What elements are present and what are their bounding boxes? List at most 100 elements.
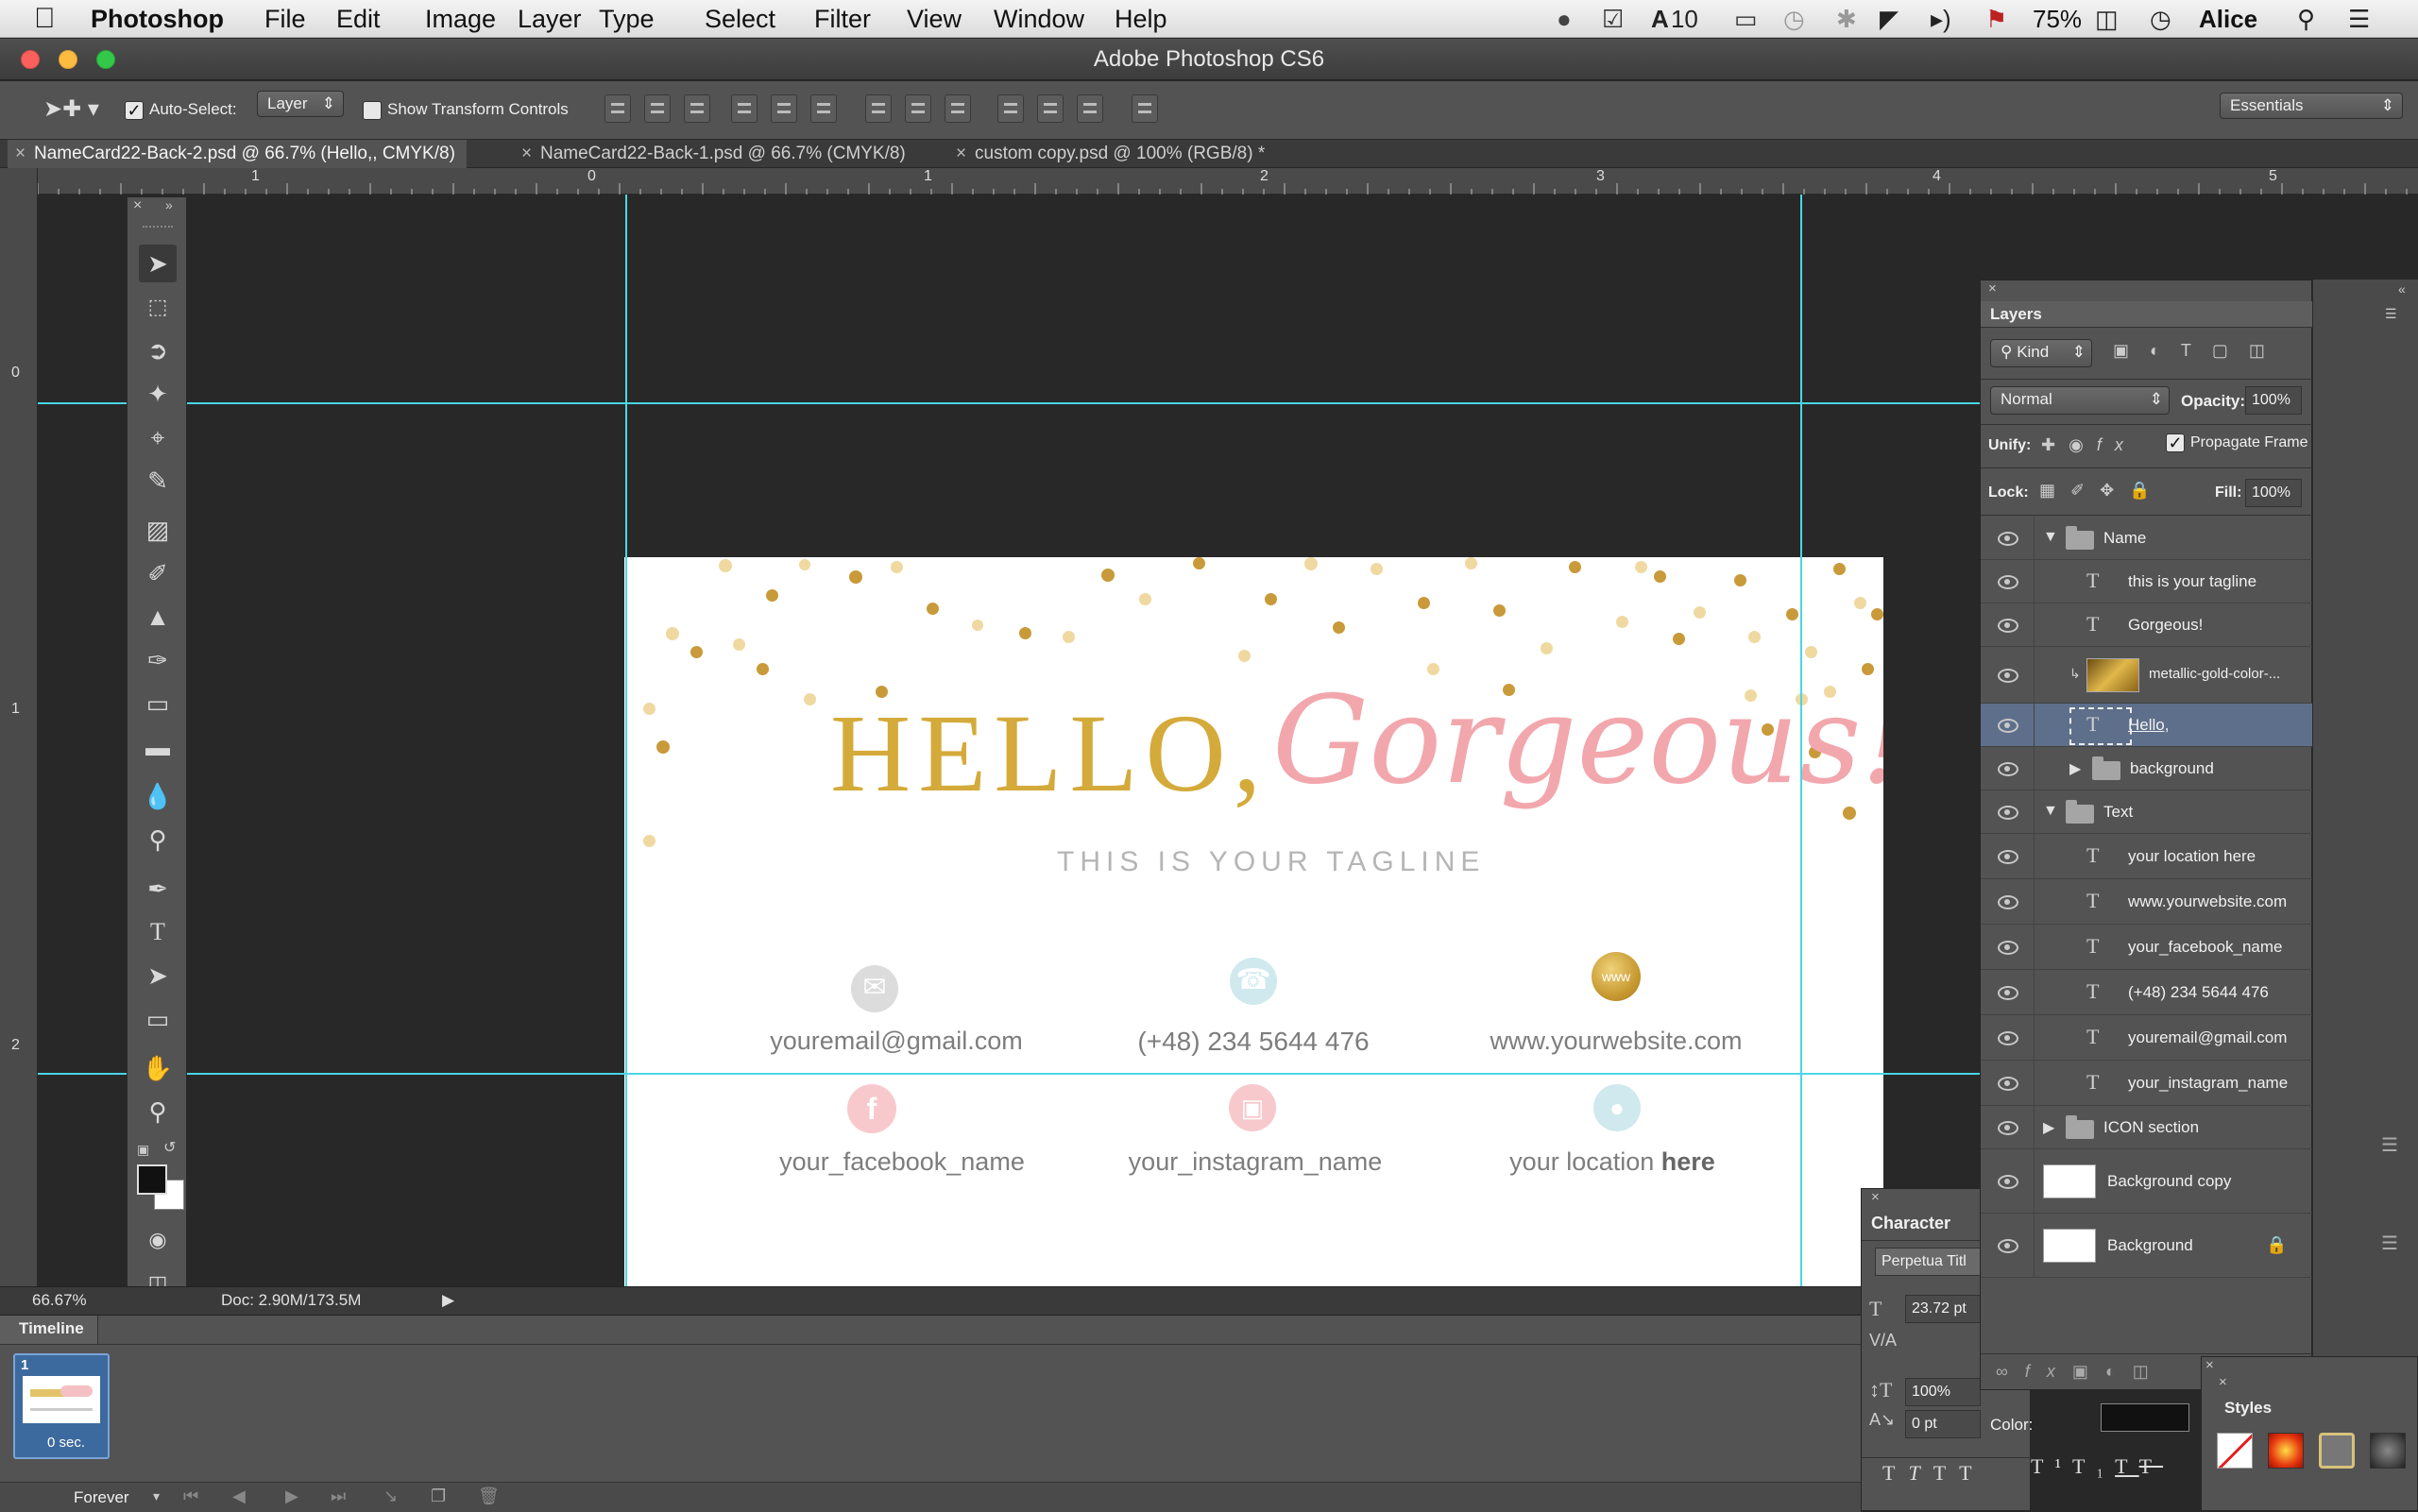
move-tool-preset-icon[interactable]: ➤✚ ▾ xyxy=(43,96,99,123)
tween-icon[interactable]: ↘ xyxy=(383,1487,398,1506)
layer-row[interactable]: ▶ background xyxy=(1981,747,2313,790)
close-panel-icon[interactable]: × xyxy=(133,197,142,214)
instagram-text[interactable]: your_instagram_name xyxy=(1114,1147,1397,1177)
faux-style-buttons[interactable]: TTTT xyxy=(1882,1461,1985,1486)
pen-tool-icon[interactable]: ✒ xyxy=(139,870,177,908)
workspace-switcher[interactable]: Essentials ⇕ xyxy=(2220,93,2403,119)
menu-layer[interactable]: Layer xyxy=(518,4,582,34)
adjustment-filter-icon[interactable]: ◐ xyxy=(2150,341,2181,360)
visibility-eye-icon[interactable] xyxy=(1996,717,2020,734)
visibility-eye-icon[interactable] xyxy=(1996,1173,2020,1190)
menu-edit[interactable]: Edit xyxy=(336,4,381,34)
style-chrome-swatch[interactable] xyxy=(2370,1433,2406,1469)
layer-filter-kind[interactable]: ⚲ Kind ⇕ xyxy=(1990,339,2092,367)
history-brush-tool-icon[interactable]: ✑ xyxy=(139,641,177,679)
styles-panel-title[interactable]: Styles xyxy=(2224,1399,2272,1418)
eraser-tool-icon[interactable]: ▭ xyxy=(139,685,177,722)
battery-percent[interactable]: 75% xyxy=(2033,4,2082,34)
visibility-eye-icon[interactable] xyxy=(1996,848,2020,865)
notification-center-icon[interactable]: ☰ xyxy=(2348,4,2370,34)
apple-menu-icon[interactable]:  xyxy=(34,4,56,34)
shape-filter-icon[interactable]: ▢ xyxy=(2212,341,2249,360)
visibility-eye-icon[interactable] xyxy=(1996,573,2020,590)
volume-icon[interactable]: ▸) xyxy=(1931,4,1951,34)
zoom-tool-icon[interactable]: ⚲ xyxy=(139,1093,177,1130)
menu-type[interactable]: Type xyxy=(599,4,655,34)
close-tab-icon[interactable]: × xyxy=(521,140,532,168)
distribute-top-icon[interactable] xyxy=(865,94,892,123)
auto-select-checkbox[interactable]: ✓ xyxy=(125,100,144,120)
unify-buttons[interactable]: ✚◉fx xyxy=(2041,435,2137,455)
duplicate-frame-icon[interactable]: ❐ xyxy=(431,1487,446,1506)
layer-row[interactable]: Tyour location here xyxy=(1981,834,2313,879)
blend-mode-dropdown[interactable]: Normal ⇕ xyxy=(1990,386,2170,415)
next-frame-icon[interactable]: ⏭ xyxy=(331,1487,346,1506)
guide-vertical[interactable] xyxy=(1800,195,1802,1286)
unify-visibility-icon[interactable]: ◉ xyxy=(2069,435,2097,454)
close-panel-icon[interactable]: × xyxy=(2205,1357,2214,1373)
timeline-frame-1[interactable]: 1 0 sec. xyxy=(13,1353,110,1459)
unify-position-icon[interactable]: ✚ xyxy=(2041,435,2069,454)
expand-open-icon[interactable]: ▼ xyxy=(2043,529,2058,546)
layer-row[interactable]: ▼ Text xyxy=(1981,790,2313,834)
gradient-tool-icon[interactable]: ▬ xyxy=(139,728,177,766)
vertical-scale-field[interactable]: 100% xyxy=(1905,1378,1981,1406)
lock-image-icon[interactable]: ✐ xyxy=(2070,481,2100,500)
type-tool-icon[interactable]: T xyxy=(139,913,177,951)
facebook-text[interactable]: your_facebook_name xyxy=(760,1147,1044,1177)
zoom-level[interactable]: 66.67% xyxy=(32,1291,87,1310)
layer-row[interactable]: Twww.yourwebsite.com xyxy=(1981,879,2313,925)
timeline-tab[interactable]: Timeline xyxy=(0,1316,98,1344)
menu-help[interactable]: Help xyxy=(1115,4,1167,34)
link-layers-icon[interactable]: ∞ xyxy=(1996,1362,2025,1381)
visibility-eye-icon[interactable] xyxy=(1996,667,2020,684)
visibility-eye-icon[interactable] xyxy=(1996,617,2020,634)
layer-row[interactable]: ▼ Name xyxy=(1981,517,2313,560)
gorgeous-script[interactable]: Gorgeous! xyxy=(1272,671,1883,811)
quick-mask-icon[interactable]: ◉ xyxy=(139,1221,177,1259)
smart-object-filter-icon[interactable]: ◫ xyxy=(2249,341,2286,360)
expand-open-icon[interactable]: ▼ xyxy=(2043,803,2058,820)
new-group-icon[interactable]: ◫ xyxy=(2133,1362,2166,1381)
clone-stamp-tool-icon[interactable]: ▲ xyxy=(139,598,177,636)
status-menu-arrow-icon[interactable]: ▶ xyxy=(442,1291,454,1310)
menu-file[interactable]: File xyxy=(264,4,306,34)
layer-row[interactable]: Background 🔒 xyxy=(1981,1214,2313,1278)
spotlight-search-icon[interactable]: ⚲ xyxy=(2297,4,2315,34)
hello-heading[interactable]: HELLO, xyxy=(830,689,1269,818)
flag-input-icon[interactable]: ⚑ xyxy=(1985,4,2007,34)
align-top-edges-icon[interactable] xyxy=(604,94,631,123)
auto-select-dropdown[interactable]: Layer ⇕ xyxy=(257,91,344,117)
marquee-tool-icon[interactable]: ⬚ xyxy=(139,288,177,326)
style-fire-swatch[interactable] xyxy=(2268,1433,2304,1469)
paragraph-indent-icon[interactable]: ☰ xyxy=(2381,1232,2398,1255)
layer-row[interactable]: ↳ metallic-gold-color-... xyxy=(1981,647,2313,704)
add-mask-icon[interactable]: ▣ xyxy=(2072,1362,2105,1381)
layer-row[interactable]: Tyouremail@gmail.com xyxy=(1981,1015,2313,1061)
transform-controls-toggle[interactable]: Show Transform Controls xyxy=(363,96,569,123)
superscript-icon[interactable]: T¹ xyxy=(2031,1454,2072,1478)
opacity-field[interactable]: 100% xyxy=(2245,386,2302,415)
align-bottom-edges-icon[interactable] xyxy=(684,94,710,123)
align-vertical-centers-icon[interactable] xyxy=(644,94,671,123)
paragraph-align-icon[interactable]: ☰ xyxy=(2381,1133,2398,1157)
lock-transparent-icon[interactable]: ▦ xyxy=(2039,481,2070,500)
unify-style-icon[interactable]: fx xyxy=(2097,435,2137,454)
eyedropper-tool-icon[interactable]: ✎ xyxy=(139,462,177,500)
lasso-tool-icon[interactable]: ➲ xyxy=(139,331,177,369)
phone-text[interactable]: (+48) 234 5644 476 xyxy=(1112,1027,1395,1057)
character-panel-title[interactable]: Character xyxy=(1871,1214,1950,1233)
layer-row[interactable]: T (+48) 234 5644 476 xyxy=(1981,970,2313,1015)
visibility-eye-icon[interactable] xyxy=(1996,760,2020,777)
propagate-frame-toggle[interactable]: ✓ Propagate Frame 1 xyxy=(2166,433,2321,452)
loop-dropdown-icon[interactable]: ▾ xyxy=(153,1488,160,1504)
expand-closed-icon[interactable]: ▶ xyxy=(2069,759,2081,778)
crop-tool-icon[interactable]: ⌖ xyxy=(139,418,177,456)
visibility-eye-icon[interactable] xyxy=(1996,530,2020,547)
move-tool-icon[interactable]: ➤ xyxy=(139,245,177,282)
previous-frame-icon[interactable]: ◀ xyxy=(232,1487,246,1506)
website-text[interactable]: www.yourwebsite.com xyxy=(1474,1027,1758,1056)
bluetooth-icon[interactable]: ✱ xyxy=(1836,4,1857,34)
distribute-right-icon[interactable] xyxy=(1077,94,1103,123)
pixel-filter-icon[interactable]: ▣ xyxy=(2113,341,2150,360)
